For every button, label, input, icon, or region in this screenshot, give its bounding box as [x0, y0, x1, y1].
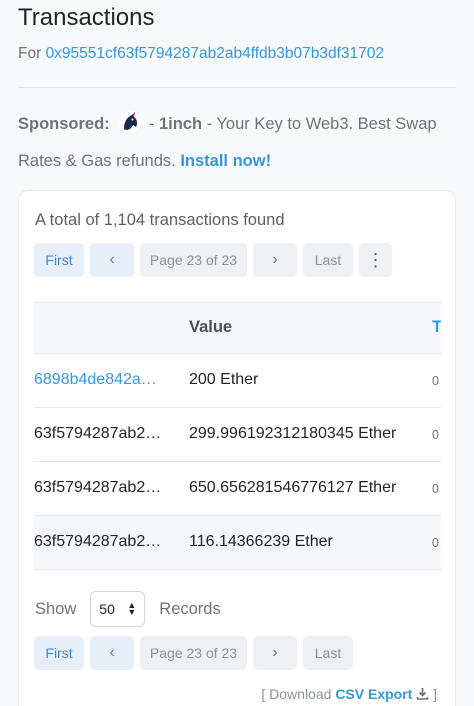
pagination-top: First ‹ Page 23 of 23 › Last ⋮ — [34, 243, 392, 277]
table-header: Value T — [34, 302, 441, 354]
sponsor-banner: Sponsored: - 1inch - Your Key to Web3. B… — [18, 106, 463, 180]
page-title: Transactions — [18, 4, 155, 31]
transactions-card: A total of 1,104 transactions found Firs… — [18, 190, 456, 706]
table-row: 6898b4de842a5c0d7e1 200 Ether 0 — [34, 354, 441, 408]
for-label: For — [18, 45, 42, 62]
txn-value: 116.14366239 Ether — [189, 533, 333, 550]
value-column-header: Value — [189, 318, 233, 336]
page-indicator: Page 23 of 23 — [140, 636, 247, 670]
txn-value: 200 Ether — [189, 371, 259, 388]
txn-hash-link[interactable]: 6898b4de842a5c0d7e1 — [34, 371, 164, 389]
txn-t-cell: 0 — [432, 482, 439, 496]
divider — [18, 87, 456, 88]
more-options-icon[interactable]: ⋮ — [359, 243, 392, 277]
download-line: [ Download CSV Export ] — [261, 686, 437, 702]
page-indicator: Page 23 of 23 — [140, 243, 247, 277]
records-select[interactable]: 50 ▲ ▼ — [90, 591, 146, 627]
records-label: Records — [159, 599, 221, 618]
download-suffix: ] — [433, 686, 437, 702]
first-page-button[interactable]: First — [34, 636, 84, 670]
download-icon — [416, 686, 433, 702]
next-page-button[interactable]: › — [253, 636, 297, 670]
address-line: For 0x95551cf63f5794287ab2ab4ffdb3b07b3d… — [18, 45, 384, 63]
sponsor-dash: - — [144, 115, 159, 133]
txn-t-cell: 0 — [432, 374, 439, 388]
txn-value: 299.996192312180345 Ether — [189, 425, 397, 442]
txn-t-cell: 0 — [432, 428, 439, 442]
txn-hash: 63f5794287ab2ab4ffdb — [34, 479, 164, 496]
txn-value: 650.656281546776127 Ether — [189, 479, 397, 496]
txn-t-cell: 0 — [432, 536, 439, 550]
transactions-table: Value T 6898b4de842a5c0d7e1 200 Ether 0 … — [34, 302, 441, 572]
prev-page-button[interactable]: ‹ — [90, 636, 134, 670]
unicorn-logo-icon — [118, 110, 142, 134]
prev-page-button[interactable]: ‹ — [90, 243, 134, 277]
install-now-link[interactable]: Install now! — [180, 152, 271, 170]
last-page-button[interactable]: Last — [303, 636, 353, 670]
records-per-page: Show 50 ▲ ▼ Records — [35, 591, 221, 627]
table-row: 63f5794287ab2ab4ffdb 299.996192312180345… — [34, 408, 441, 462]
first-page-button[interactable]: First — [34, 243, 84, 277]
sponsor-brand: 1inch — [158, 115, 203, 133]
t-column-header[interactable]: T — [432, 318, 441, 337]
sponsor-label: Sponsored: — [18, 115, 110, 133]
txn-hash: 63f5794287ab2ab4ffdb — [34, 533, 164, 550]
records-select-value: 50 — [99, 601, 115, 617]
next-page-button[interactable]: › — [253, 243, 297, 277]
table-row: 63f5794287ab2ab4ffdb 650.656281546776127… — [34, 462, 441, 516]
pagination-bottom: First ‹ Page 23 of 23 › Last — [34, 636, 353, 670]
txn-hash: 63f5794287ab2ab4ffdb — [34, 425, 164, 442]
csv-export-link[interactable]: CSV Export — [335, 686, 412, 702]
download-prefix: [ Download — [261, 686, 332, 702]
total-count: A total of 1,104 transactions found — [35, 211, 285, 229]
address-link[interactable]: 0x95551cf63f5794287ab2ab4ffdb3b07b3df317… — [46, 45, 384, 62]
show-label: Show — [35, 599, 77, 618]
last-page-button[interactable]: Last — [303, 243, 353, 277]
table-row: 63f5794287ab2ab4ffdb 116.14366239 Ether … — [34, 516, 441, 570]
select-caret-icon: ▲ ▼ — [127, 600, 137, 617]
